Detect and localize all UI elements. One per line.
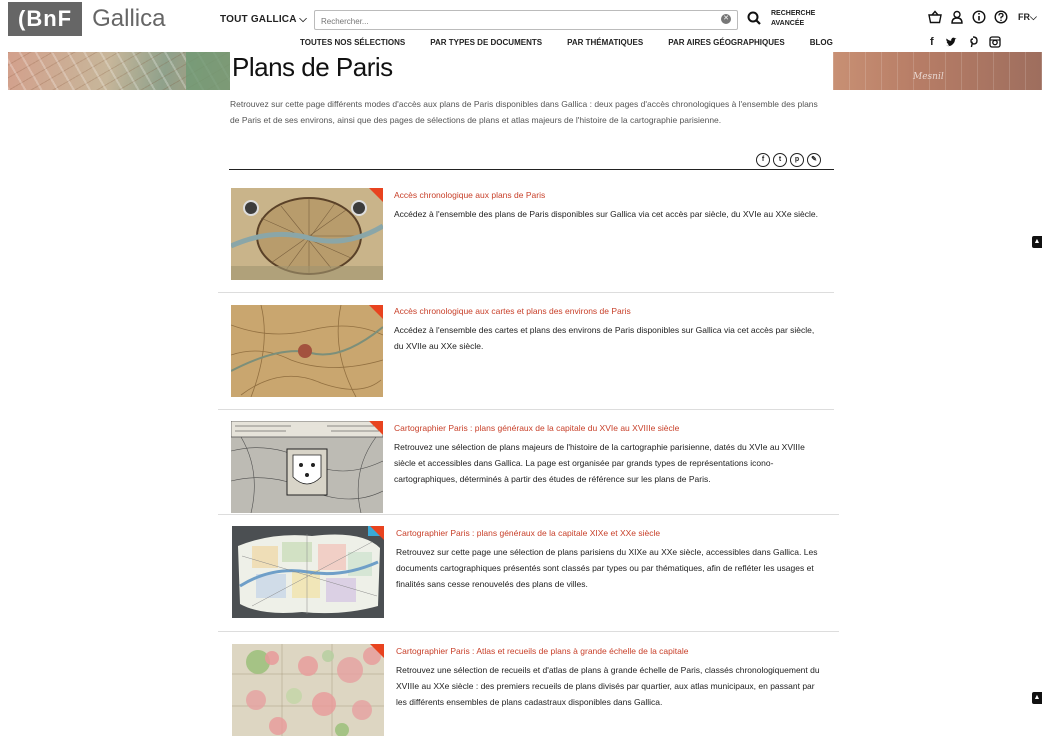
help-icon[interactable] [994, 10, 1008, 24]
page-intro: Retrouvez sur cette page différents mode… [230, 99, 818, 125]
clear-search-icon[interactable]: ✕ [721, 14, 731, 24]
scope-label: TOUT GALLICA [220, 14, 297, 25]
item-separator [218, 292, 834, 293]
chevron-down-icon: ⌵ [1030, 11, 1037, 22]
thumbnail-plans-xvie-xviiie[interactable] [231, 421, 383, 513]
nav-item-selections[interactable]: TOUTES NOS SÉLECTIONS [300, 38, 405, 47]
item-description: Retrouvez sur cette page une sélection d… [396, 547, 818, 589]
share-buttons: f t p ✎ [756, 153, 821, 167]
language-selector[interactable]: FR⌵ [1018, 12, 1037, 23]
bnf-gallica-logo[interactable]: (BnF Gallica [8, 2, 165, 36]
user-tools: FR⌵ [928, 10, 1037, 24]
item-title-link[interactable]: Accès chronologique aux cartes et plans … [394, 306, 631, 316]
page-title: Plans de Paris [232, 52, 393, 82]
scroll-up-icon[interactable]: ▲ [1032, 236, 1042, 248]
banner-map-right: Mesnil [833, 52, 1042, 90]
language-label: FR [1018, 11, 1030, 22]
search-box: ✕ [314, 10, 738, 30]
nav-item-themes[interactable]: PAR THÉMATIQUES [567, 38, 643, 47]
item-description: Retrouvez une sélection de recueils et d… [396, 665, 820, 707]
share-twitter-icon[interactable]: t [773, 153, 787, 167]
banner-map-lettering: Mesnil [913, 72, 944, 82]
search-icon[interactable] [747, 10, 761, 26]
item-separator [218, 631, 839, 632]
item-separator [218, 514, 839, 515]
scroll-up-icon[interactable]: ▲ [1032, 692, 1042, 704]
facebook-icon[interactable]: f [930, 36, 934, 48]
item-description: Accédez à l'ensemble des plans de Paris … [394, 209, 819, 219]
advanced-search-link[interactable]: RECHERCHE AVANCÉE [771, 9, 815, 29]
instagram-icon[interactable] [989, 36, 1001, 48]
thumbnail-environs-paris[interactable] [231, 305, 383, 397]
advanced-search-line1: RECHERCHE [771, 10, 816, 17]
logo-bnf: (BnF [8, 2, 83, 36]
item-title-link[interactable]: Cartographier Paris : Atlas et recueils … [396, 646, 688, 656]
share-facebook-icon[interactable]: f [756, 153, 770, 167]
nav-item-geographic-areas[interactable]: PAR AIRES GÉOGRAPHIQUES [668, 38, 784, 47]
search-input[interactable] [319, 16, 703, 27]
basket-icon[interactable] [928, 10, 942, 24]
title-divider [229, 169, 834, 170]
item-title-link[interactable]: Cartographier Paris : plans généraux de … [396, 528, 660, 538]
item-description: Retrouvez une sélection de plans majeurs… [394, 442, 805, 484]
thumbnail-plans-paris[interactable] [231, 188, 383, 280]
scope-dropdown[interactable]: TOUT GALLICA ⌵ [220, 14, 307, 25]
site-header: (BnF Gallica TOUT GALLICA ⌵ ✕ RECHERCHE … [0, 0, 1042, 52]
user-icon[interactable] [950, 10, 964, 24]
main-nav: TOUTES NOS SÉLECTIONS PAR TYPES DE DOCUM… [300, 38, 858, 47]
advanced-search-line2: AVANCÉE [771, 20, 805, 27]
social-links: f [930, 36, 1001, 48]
info-icon[interactable] [972, 10, 986, 24]
chevron-down-icon: ⌵ [299, 14, 308, 25]
item-title-link[interactable]: Cartographier Paris : plans généraux de … [394, 423, 679, 433]
pinterest-icon[interactable] [968, 36, 978, 48]
thumbnail-atlas-recueils[interactable] [232, 644, 384, 736]
share-pinterest-icon[interactable]: p [790, 153, 804, 167]
edit-pencil-icon[interactable]: ✎ [807, 153, 821, 167]
nav-item-blog[interactable]: BLOG [810, 38, 833, 47]
thumbnail-plans-xixe-xxe[interactable] [232, 526, 384, 618]
logo-gallica: Gallica [92, 5, 166, 32]
item-title-link[interactable]: Accès chronologique aux plans de Paris [394, 190, 545, 200]
nav-item-document-types[interactable]: PAR TYPES DE DOCUMENTS [430, 38, 542, 47]
item-separator [218, 409, 834, 410]
twitter-icon[interactable] [945, 37, 957, 48]
item-description: Accédez à l'ensemble des cartes et plans… [394, 325, 815, 351]
banner-map-left [8, 52, 230, 90]
